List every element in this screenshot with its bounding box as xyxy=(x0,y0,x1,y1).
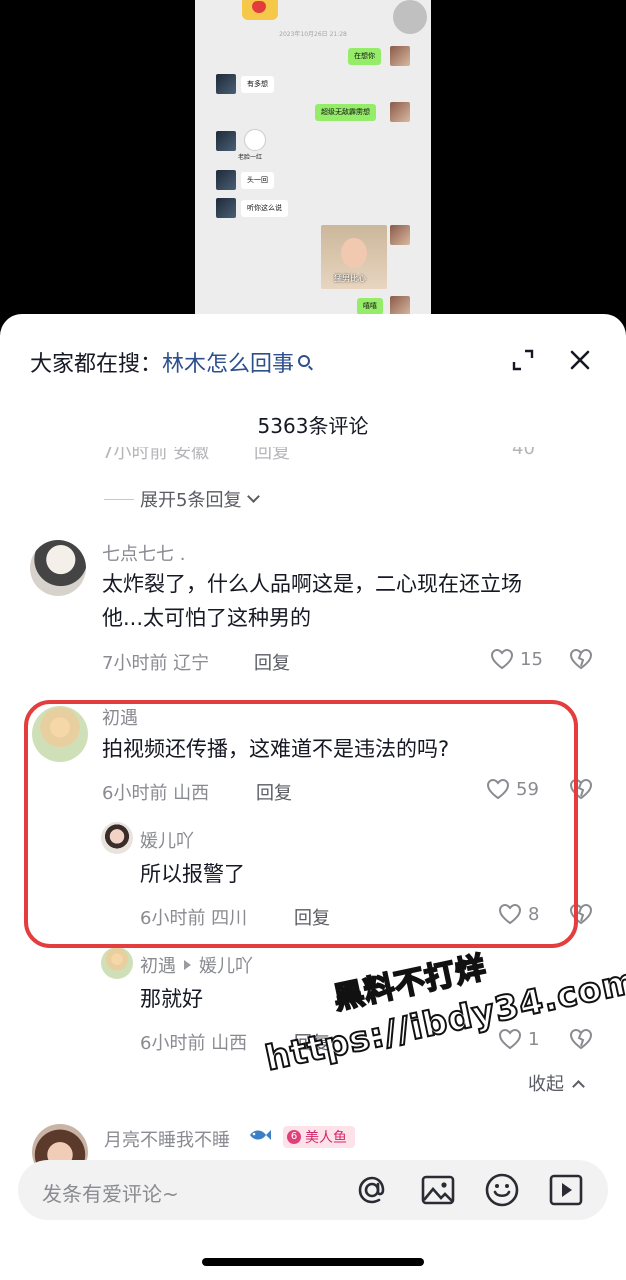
reply-meta: 6小时前 四川 xyxy=(140,908,248,929)
chat-bubble: 听你这么说 xyxy=(241,200,288,217)
heart-icon xyxy=(486,778,510,800)
comment-username[interactable]: 月亮不睡我不睡 xyxy=(104,1126,230,1152)
scrolled-comment-meta: 7小时前 安徽 回复 40 xyxy=(102,447,582,465)
chat-bubble: 超级无敌霹雳想 xyxy=(315,104,376,121)
video-player[interactable]: 2023年10月26日 21:28 在想你 有多想 超级无敌霹雳想 老脸一红 头… xyxy=(0,0,626,330)
like-count: 1 xyxy=(528,1028,540,1050)
reply-button[interactable]: 回复 xyxy=(256,779,292,805)
reply-username[interactable]: 媛儿吖 xyxy=(140,827,194,853)
avatar[interactable] xyxy=(30,540,86,596)
like-count: 59 xyxy=(516,778,539,800)
chat-photo-face xyxy=(341,238,367,268)
chat-avatar-left xyxy=(216,170,236,190)
comment-username[interactable]: 初遇 xyxy=(102,704,138,730)
comment-text-line: 他...太可怕了这种男的 xyxy=(102,606,312,630)
heart-icon xyxy=(498,1028,522,1050)
reply-button[interactable]: 回复 xyxy=(294,904,330,930)
home-indicator[interactable] xyxy=(202,1258,424,1266)
avatar[interactable] xyxy=(101,947,133,979)
chat-avatar-right xyxy=(390,102,410,122)
chat-avatar-left xyxy=(216,74,236,94)
like-count: 15 xyxy=(520,648,543,670)
expand-icon[interactable] xyxy=(512,349,534,371)
reply-meta: 6小时前 山西 xyxy=(140,1033,248,1054)
chat-bubble: 头一回 xyxy=(241,172,274,189)
reply-text: 所以报警了 xyxy=(140,862,245,886)
comment-username[interactable]: 七点七七 . xyxy=(102,540,185,566)
reply-username-line: 初遇 媛儿吖 xyxy=(140,952,253,978)
chat-avatar-right xyxy=(390,296,410,316)
divider-line xyxy=(104,498,134,500)
reply-text: 那就好 xyxy=(140,987,203,1011)
video-reply-icon[interactable] xyxy=(548,1172,584,1208)
comment-meta: 7小时前 辽宁 xyxy=(102,653,210,674)
dislike-icon[interactable] xyxy=(569,648,593,670)
like-button[interactable]: 1 xyxy=(498,1028,539,1050)
dislike-icon[interactable] xyxy=(569,778,593,800)
comment-sheet: 大家都在搜：林木怎么回事 5363条评论 7小时前 安徽 回复 40 展开5条回… xyxy=(0,314,626,1280)
like-count: 8 xyxy=(528,903,540,925)
chat-timestamp: 2023年10月26日 21:28 xyxy=(279,31,347,38)
avatar[interactable] xyxy=(101,822,133,854)
fan-badge: 6 美人鱼 xyxy=(283,1126,355,1148)
emoji-icon[interactable] xyxy=(484,1172,520,1208)
mention-icon[interactable] xyxy=(354,1172,390,1208)
comment-text-line: 太炸裂了，什么人品啊这是，二心现在还立场 xyxy=(102,572,522,596)
search-icon xyxy=(298,355,311,367)
heart-icon xyxy=(498,903,522,925)
chevron-down-icon xyxy=(247,489,261,503)
like-button[interactable]: 59 xyxy=(486,778,539,800)
expand-replies-label: 展开5条回复 xyxy=(140,490,242,511)
comment-input-placeholder: 发条有爱评论~ xyxy=(42,1182,179,1206)
chat-bubble: 在想你 xyxy=(348,48,381,65)
like-button[interactable]: 15 xyxy=(490,648,543,670)
search-suggestion[interactable]: 大家都在搜：林木怎么回事 xyxy=(30,346,311,378)
badge-level: 6 xyxy=(287,1130,301,1144)
comment-input[interactable]: 发条有爱评论~ xyxy=(18,1160,608,1220)
comment-text: 拍视频还传播，这难道不是违法的吗? xyxy=(102,737,450,761)
reply-button[interactable]: 回复 xyxy=(254,649,290,675)
collapse-replies-button[interactable]: 收起 xyxy=(528,1070,585,1096)
chat-bubble: 嘻嘻 xyxy=(357,298,383,315)
search-term-link[interactable]: 林木怎么回事 xyxy=(162,352,294,377)
comment-count: 5363条评论 xyxy=(257,414,369,438)
search-prefix: 大家都在搜： xyxy=(30,352,163,377)
chat-avatar-right xyxy=(390,225,410,245)
reply-to-username[interactable]: 媛儿吖 xyxy=(199,956,253,977)
comment-meta: 6小时前 山西 xyxy=(102,783,210,804)
dislike-icon[interactable] xyxy=(569,903,593,925)
collapse-label: 收起 xyxy=(528,1074,564,1095)
fish-icon xyxy=(250,1130,271,1140)
dislike-icon[interactable] xyxy=(569,1028,593,1050)
image-icon[interactable] xyxy=(420,1172,456,1208)
chevron-up-icon xyxy=(572,1079,585,1093)
photo-caption: 猛男比心 xyxy=(334,274,366,283)
heart-sticker xyxy=(242,0,278,20)
reply-arrow-icon xyxy=(184,960,191,970)
like-count: 40 xyxy=(512,447,535,459)
close-icon[interactable] xyxy=(568,348,592,372)
badge-text: 美人鱼 xyxy=(305,1130,347,1146)
reply-button[interactable]: 回复 xyxy=(254,447,290,464)
chat-avatar-left xyxy=(216,198,236,218)
cat-sticker xyxy=(244,129,266,151)
expand-replies-button[interactable]: 展开5条回复 xyxy=(104,486,261,512)
sticker-caption: 老脸一红 xyxy=(238,154,263,161)
like-button[interactable]: 8 xyxy=(498,903,539,925)
avatar[interactable] xyxy=(32,706,88,762)
comment-meta: 7小时前 安徽 xyxy=(102,447,210,463)
heart-icon xyxy=(490,648,514,670)
chat-avatar-left xyxy=(216,131,236,151)
reply-username[interactable]: 初遇 xyxy=(140,956,176,977)
chat-avatar-right xyxy=(390,46,410,66)
chat-bubble: 有多想 xyxy=(241,76,274,93)
